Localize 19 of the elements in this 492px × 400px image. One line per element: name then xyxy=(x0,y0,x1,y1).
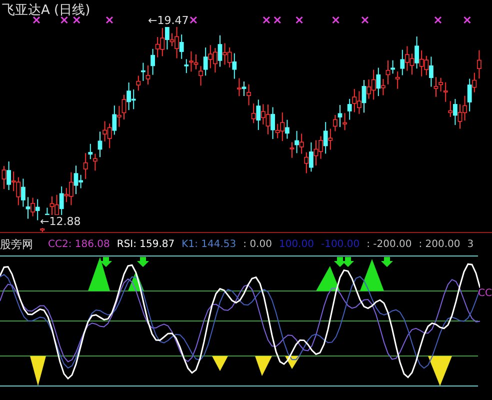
price-low-label: ←12.88 xyxy=(40,215,81,228)
legend-value: : 0.00 xyxy=(243,238,272,250)
down-arrow-icon xyxy=(137,257,149,267)
down-arrow-icon xyxy=(334,257,346,267)
indicator-name: 股旁网 xyxy=(0,236,33,252)
down-arrow-icon xyxy=(342,257,354,267)
chart-title: 飞亚达A (日线) xyxy=(2,2,90,19)
price-high-label: ←19.47 xyxy=(148,14,189,27)
legend-value: RSI: 159.87 xyxy=(116,238,175,250)
legend-value: CC2: 186.08 xyxy=(48,238,110,250)
down-arrow-icon xyxy=(381,257,393,267)
legend-value: : -200.00 xyxy=(366,238,412,250)
legend-value: K1: 144.53 xyxy=(182,238,236,250)
down-arrow-icon xyxy=(100,257,112,267)
legend-value: 100.00 xyxy=(278,238,314,250)
legend-value: : 200.00 xyxy=(418,238,460,250)
legend-value: -100.00 xyxy=(320,238,360,250)
series-label: CC xyxy=(478,288,492,299)
legend-value: 3 xyxy=(467,238,474,250)
